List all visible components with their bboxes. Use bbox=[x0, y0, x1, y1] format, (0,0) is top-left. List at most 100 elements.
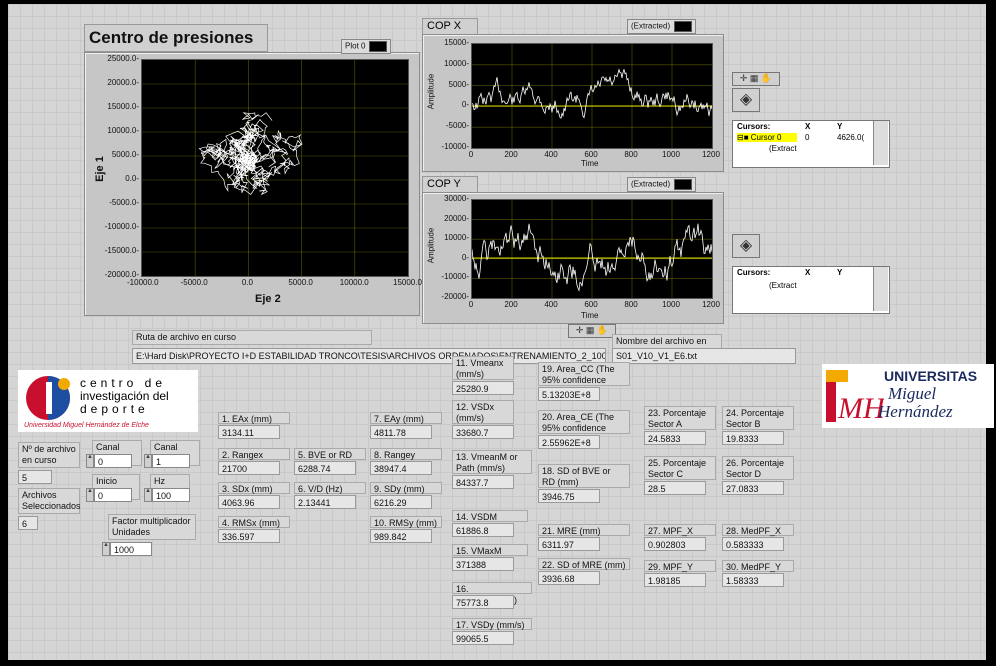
result-label-r16: 16. Vmeany(mm/s) bbox=[452, 582, 532, 605]
result-label-r22: 22. SD of MRE (mm) bbox=[538, 558, 630, 570]
canal-copx-input[interactable]: 0 bbox=[94, 454, 132, 468]
cursors-x-header-2: X bbox=[805, 268, 811, 277]
cursors-y-header: Y bbox=[837, 122, 843, 131]
copy-graph-panel: (Extracted) 30000- 20000- 10000- 0- -10000- -… bbox=[422, 177, 724, 324]
result-label-r17: 17. VSDy (mm/s) bbox=[452, 618, 532, 630]
copy-plot-svg bbox=[471, 200, 713, 298]
copy-legend[interactable]: (Extracted) bbox=[627, 177, 697, 192]
copx-legend-swatch bbox=[674, 21, 693, 32]
copx-legend-label: (Extracted) bbox=[631, 21, 671, 31]
main-y-tick: 15000.0- bbox=[107, 102, 139, 111]
cursor-0-name[interactable]: ⊟■ Cursor 0 bbox=[737, 133, 797, 142]
copx-legend[interactable]: (Extracted) bbox=[627, 19, 697, 34]
result-value-r9: 6216.29 bbox=[370, 495, 432, 509]
seleccionados-value: 6 bbox=[18, 516, 38, 530]
result-label-r18: 18. SD of BVE or RD (mm) bbox=[538, 464, 630, 488]
cursors-y-header-2: Y bbox=[837, 268, 843, 277]
result-value-r15: 371388 bbox=[452, 557, 514, 571]
result-value-r29: 1.98185 bbox=[644, 573, 706, 587]
copx-x-tick: 0 bbox=[468, 150, 474, 159]
n-archivo-label: Nº de archivo en curso bbox=[18, 442, 80, 468]
hz-cop-input[interactable]: 100 bbox=[152, 488, 190, 502]
copx-x-tick: 1200 bbox=[702, 150, 720, 159]
copx-title: COP X bbox=[422, 18, 478, 35]
crosshair-icon: ✛ ▦ ✋ bbox=[739, 73, 773, 83]
result-label-r14: 14. VSDM (mm/s) bbox=[452, 510, 528, 533]
result-label-r9: 9. SDy (mm) bbox=[370, 482, 442, 494]
result-value-r10: 989.842 bbox=[370, 529, 432, 543]
copx-x-tick: 400 bbox=[544, 150, 558, 159]
graph-tools-palette-1[interactable]: ✛ ▦ ✋ bbox=[732, 72, 780, 86]
result-value-r21: 6311.97 bbox=[538, 537, 600, 551]
cursor-legend-1[interactable]: Cursors: X Y ⊟■ Cursor 0 0 4626.0( (Extr… bbox=[732, 120, 890, 168]
cursor-scrollbar-2[interactable] bbox=[873, 267, 888, 311]
copy-y-tick: -10000- bbox=[441, 272, 469, 282]
result-value-r19: 5.13203E+8 bbox=[538, 387, 600, 401]
inicio-cop-input[interactable]: 0 bbox=[94, 488, 132, 502]
copy-y-label: Amplitude bbox=[426, 227, 436, 264]
copy-x-tick: 800 bbox=[624, 300, 638, 309]
hz-cop-spinner[interactable]: ▲▼ bbox=[144, 488, 157, 502]
main-y-tick: 20000.0- bbox=[107, 78, 139, 87]
diamond-cursor-icon: ◈ bbox=[739, 91, 753, 108]
factor-spinner[interactable]: ▲▼ bbox=[102, 542, 115, 556]
copy-x-tick: 200 bbox=[504, 300, 518, 309]
result-value-r12: 33680.7 bbox=[452, 425, 514, 439]
seleccionados-label: Archivos Seleccionados bbox=[18, 488, 81, 514]
copx-plot-svg bbox=[471, 44, 713, 148]
factor-label: Factor multiplicador Unidades bbox=[108, 514, 196, 540]
canal-copy-spinner[interactable]: ▲▼ bbox=[144, 454, 157, 468]
main-y-tick: -5000.0- bbox=[109, 198, 139, 207]
xy-y-label: Eje 1 bbox=[93, 156, 106, 182]
result-label-r24: 24. Porcentaje Sector B bbox=[722, 406, 794, 430]
result-value-r28: 0.583333 bbox=[722, 537, 784, 551]
result-value-r27: 0.902803 bbox=[644, 537, 706, 551]
copy-x-tick: 1200 bbox=[702, 300, 720, 309]
inicio-cop-spinner[interactable]: ▲▼ bbox=[86, 488, 99, 502]
main-x-tick: 5000.0 bbox=[288, 278, 313, 287]
umh-logo-mark: MH bbox=[826, 370, 884, 425]
copy-plot-area[interactable] bbox=[471, 199, 713, 299]
result-label-r11: 11. Vmeanx (mm/s) bbox=[452, 356, 514, 380]
result-label-r13: 13. VmeanM or Path (mm/s) bbox=[452, 450, 532, 474]
copx-y-tick: -5000- bbox=[445, 121, 469, 131]
cursor-move-button-1[interactable]: ◈ bbox=[732, 88, 760, 112]
canal-copy-input[interactable]: 1 bbox=[152, 454, 190, 468]
result-label-r28: 28. MedPF_X bbox=[722, 524, 794, 536]
graph-tools-palette-2[interactable]: ✛ ▦ ✋ bbox=[568, 324, 616, 338]
result-value-r17: 99065.5 bbox=[452, 631, 514, 645]
main-x-tick: -10000.0 bbox=[127, 278, 159, 287]
xy-plot-area[interactable] bbox=[141, 59, 409, 277]
diamond-cursor-icon-2: ◈ bbox=[739, 237, 753, 254]
main-x-tick: -5000.0 bbox=[180, 278, 208, 287]
result-label-r10: 10. RMSy (mm) bbox=[370, 516, 442, 528]
cursor-scrollbar-1[interactable] bbox=[873, 121, 888, 165]
copy-y-tick: 20000- bbox=[444, 213, 469, 223]
cid-logo-mark bbox=[26, 376, 70, 420]
result-label-r21: 21. MRE (mm) bbox=[538, 524, 630, 536]
plot-legend[interactable]: Plot 0 bbox=[341, 39, 392, 54]
legend-swatch bbox=[369, 41, 388, 52]
result-value-r5: 6288.74 bbox=[294, 461, 356, 475]
main-x-tick: 0.0 bbox=[241, 278, 253, 287]
result-value-r7: 4811.78 bbox=[370, 425, 432, 439]
factor-input[interactable]: 1000 bbox=[110, 542, 152, 556]
result-label-r8: 8. Rangey (mm) bbox=[370, 448, 442, 471]
cursor-move-button-2[interactable]: ◈ bbox=[732, 234, 760, 258]
copx-x-label: Time bbox=[581, 159, 599, 168]
result-value-r14: 61886.8 bbox=[452, 523, 514, 537]
xy-graph-panel: Plot 0 25000.0- 20000.0- 15000.0- 10000.0- 5… bbox=[84, 39, 422, 316]
copy-y-tick: 30000- bbox=[444, 194, 469, 203]
copy-x-tick: 1000 bbox=[662, 300, 680, 309]
result-value-r20: 2.55962E+8 bbox=[538, 435, 600, 449]
cursor-legend-2[interactable]: Cursors: X Y (Extract bbox=[732, 266, 890, 314]
panel-title: Centro de presiones bbox=[84, 24, 268, 52]
copx-plot-area[interactable] bbox=[471, 43, 713, 149]
result-label-r4: 4. RMSx (mm) bbox=[218, 516, 290, 528]
n-archivo-value: 5 bbox=[18, 470, 52, 484]
result-label-r3: 3. SDx (mm) bbox=[218, 482, 290, 494]
canal-copx-spinner[interactable]: ▲▼ bbox=[86, 454, 99, 468]
result-value-r13: 84337.7 bbox=[452, 475, 514, 489]
cursors-x-header: X bbox=[805, 122, 811, 131]
copx-x-tick: 200 bbox=[504, 150, 518, 159]
